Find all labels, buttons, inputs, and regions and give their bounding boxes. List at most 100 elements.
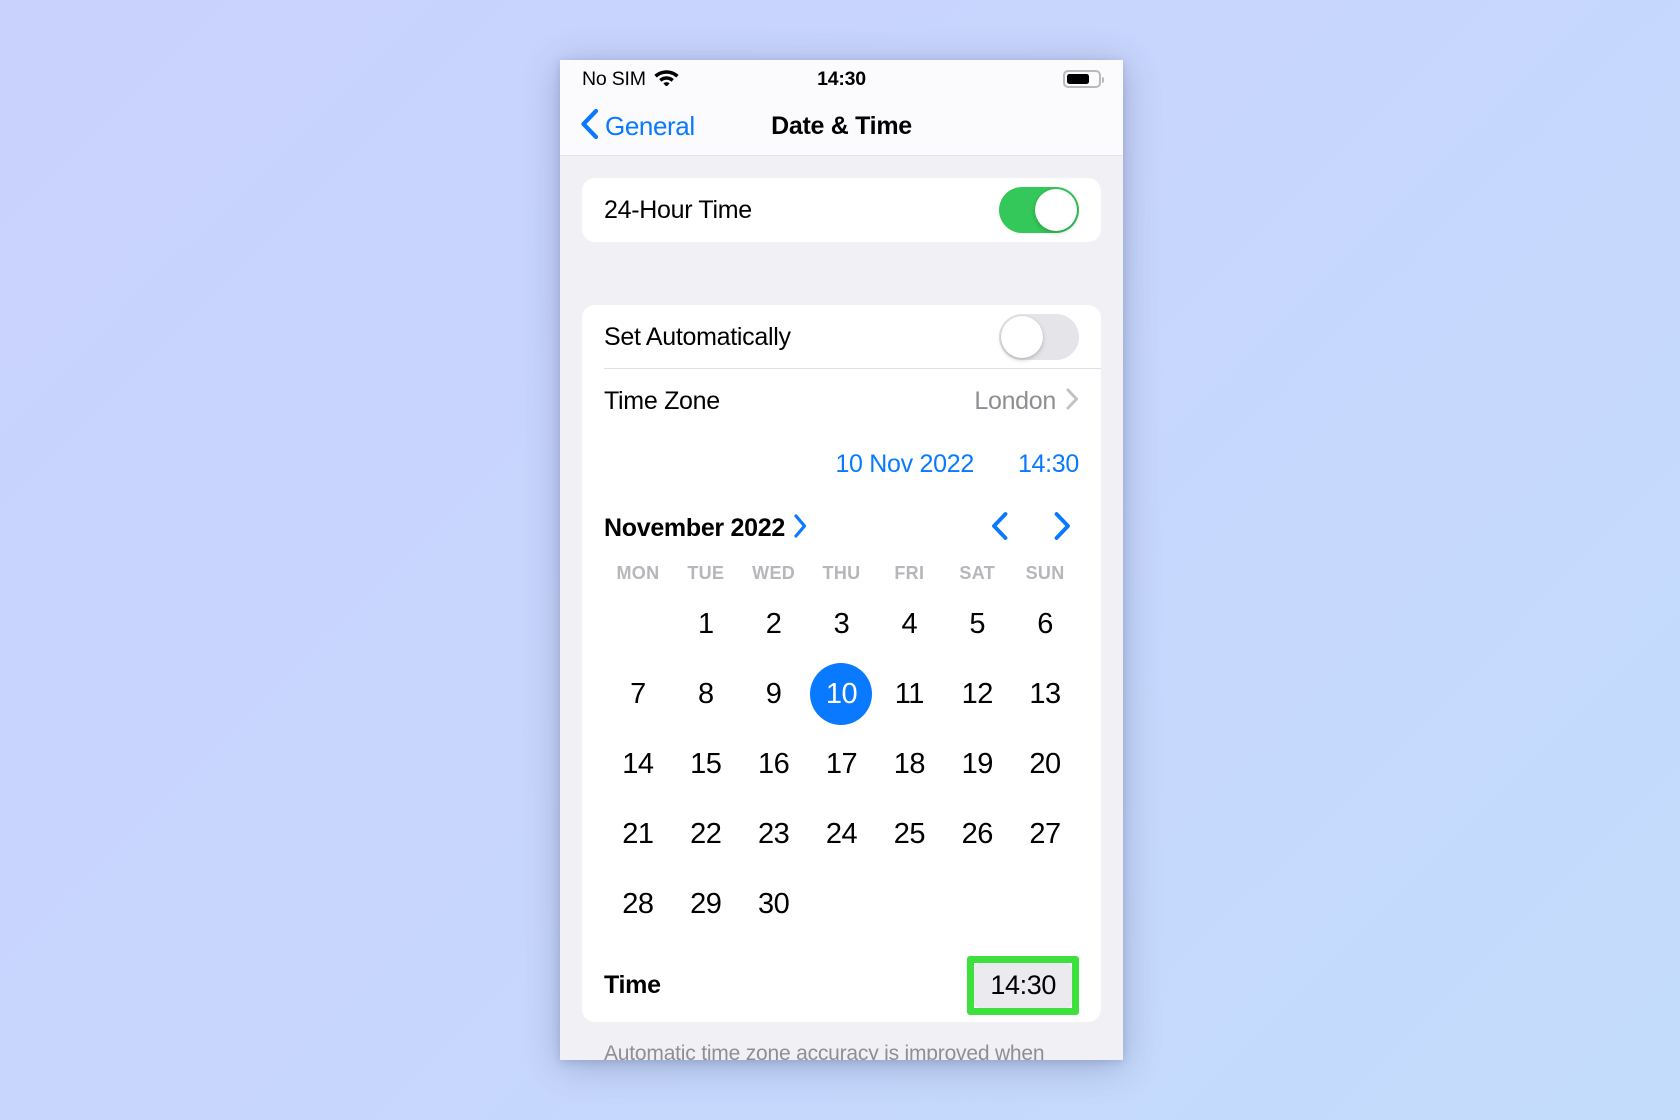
calendar-week-row: 123456 [604, 590, 1079, 658]
calendar-day-cell: 11 [875, 660, 943, 728]
calendar-day-cell: 17 [808, 730, 876, 798]
calendar-day-17[interactable]: 17 [810, 733, 872, 795]
time-value-button[interactable]: 14:30 [974, 962, 1072, 1008]
calendar-day-16[interactable]: 16 [743, 733, 805, 795]
row-set-automatically-label: Set Automatically [604, 322, 791, 351]
calendar-day-1[interactable]: 1 [675, 593, 737, 655]
calendar-day-cell: 12 [943, 660, 1011, 728]
calendar-day-cell: 8 [672, 660, 740, 728]
calendar-day-11[interactable]: 11 [878, 663, 940, 725]
calendar-day-18[interactable]: 18 [878, 733, 940, 795]
calendar-day-20[interactable]: 20 [1014, 733, 1076, 795]
calendar-day-15[interactable]: 15 [675, 733, 737, 795]
calendar-day-cell: 9 [740, 660, 808, 728]
weekday-mon: MON [616, 563, 660, 583]
calendar-day-2[interactable]: 2 [743, 593, 805, 655]
calendar-day-empty [1014, 873, 1076, 935]
calendar-day-21[interactable]: 21 [607, 803, 669, 865]
calendar-day-12[interactable]: 12 [946, 663, 1008, 725]
calendar-day-cell: 21 [604, 800, 672, 868]
navigation-bar: General Date & Time [560, 98, 1123, 156]
calendar-day-cell: 15 [672, 730, 740, 798]
calendar-day-30[interactable]: 30 [743, 873, 805, 935]
calendar-day-22[interactable]: 22 [675, 803, 737, 865]
chevron-right-icon [1066, 388, 1079, 415]
calendar-day-6[interactable]: 6 [1014, 593, 1076, 655]
weekday-sat: SAT [959, 563, 995, 583]
calendar-day-cell [604, 590, 672, 658]
calendar-day-19[interactable]: 19 [946, 733, 1008, 795]
row-24-hour-time-right [999, 187, 1079, 233]
calendar-nav [991, 511, 1079, 545]
calendar-day-cell: 29 [672, 870, 740, 938]
row-24-hour-time[interactable]: 24-Hour Time [582, 178, 1101, 242]
row-set-automatically[interactable]: Set Automatically [582, 305, 1101, 369]
calendar-week-row: 28 29 30 [604, 870, 1079, 938]
back-button-label: General [605, 111, 695, 141]
calendar-day-26[interactable]: 26 [946, 803, 1008, 865]
row-time-zone-label: Time Zone [604, 386, 720, 415]
calendar-day-29[interactable]: 29 [675, 873, 737, 935]
toggle-knob [1001, 316, 1043, 358]
calendar-prev-month-button[interactable] [991, 511, 1008, 545]
calendar-day-cell: 20 [1011, 730, 1079, 798]
date-chip[interactable]: 10 Nov 2022 [835, 450, 974, 479]
calendar-day-10[interactable]: 10 [810, 663, 873, 725]
calendar-day-cell: 4 [875, 590, 943, 658]
calendar: November 2022 MON TUE WED THU FRI SAT SU… [582, 495, 1101, 948]
toggle-24-hour-time[interactable] [999, 187, 1079, 233]
weekday-sun: SUN [1025, 563, 1065, 583]
calendar-day-cell: 13 [1011, 660, 1079, 728]
calendar-day-cell [875, 870, 943, 938]
row-time: Time 14:30 [582, 948, 1101, 1022]
calendar-day-empty [810, 873, 872, 935]
calendar-day-9[interactable]: 9 [743, 663, 805, 725]
row-24-hour-time-label: 24-Hour Time [604, 195, 752, 224]
calendar-grid: 1 2 3 4 5 6 7 8 9 10 11 12 13 14 15 16 17 18 19 20 21 22 23 24 2… [604, 590, 1079, 938]
row-time-zone[interactable]: Time Zone London [582, 369, 1101, 433]
calendar-header: November 2022 [604, 501, 1079, 555]
weekday-fri: FRI [894, 563, 925, 583]
calendar-day-cell: 28 [604, 870, 672, 938]
calendar-day-cell: 14 [604, 730, 672, 798]
calendar-next-month-button[interactable] [1054, 511, 1071, 545]
calendar-day-25[interactable]: 25 [878, 803, 940, 865]
calendar-day-23[interactable]: 23 [743, 803, 805, 865]
calendar-day-cell: 27 [1011, 800, 1079, 868]
back-button[interactable]: General [580, 108, 695, 144]
calendar-day-27[interactable]: 27 [1014, 803, 1076, 865]
phone-frame: No SIM 14:30 General Date & Time 24-Hour… [560, 60, 1123, 1060]
calendar-day-cell: 19 [943, 730, 1011, 798]
weekday-tue: TUE [687, 563, 725, 583]
calendar-day-cell: 3 [808, 590, 876, 658]
toggle-set-automatically[interactable] [999, 314, 1079, 360]
status-bar-clock: 14:30 [817, 67, 866, 90]
status-bar: No SIM 14:30 [560, 60, 1123, 98]
calendar-day-7[interactable]: 7 [607, 663, 669, 725]
calendar-day-4[interactable]: 4 [878, 593, 940, 655]
spacer-between-cards [582, 242, 1101, 305]
calendar-day-cell [808, 870, 876, 938]
calendar-day-5[interactable]: 5 [946, 593, 1008, 655]
calendar-week-row: 14 15 16 17 18 19 20 [604, 730, 1079, 798]
chevron-right-icon [794, 513, 807, 543]
calendar-day-24[interactable]: 24 [810, 803, 872, 865]
calendar-day-8[interactable]: 8 [675, 663, 737, 725]
row-time-right: 14:30 [967, 955, 1079, 1015]
calendar-day-14[interactable]: 14 [607, 733, 669, 795]
calendar-weekday-header: MON TUE WED THU FRI SAT SUN [604, 555, 1079, 588]
time-chip-top[interactable]: 14:30 [1018, 450, 1079, 479]
calendar-day-empty [946, 873, 1008, 935]
calendar-day-cell: 1 [672, 590, 740, 658]
calendar-day-3[interactable]: 3 [810, 593, 872, 655]
calendar-month-button[interactable]: November 2022 [604, 514, 807, 543]
calendar-day-empty [878, 873, 940, 935]
footer-note: Automatic time zone accuracy is improved… [604, 1042, 1045, 1060]
chevron-left-icon [580, 108, 599, 144]
calendar-day-13[interactable]: 13 [1014, 663, 1076, 725]
row-date-time-chips: 10 Nov 2022 14:30 [582, 433, 1101, 495]
calendar-day-28[interactable]: 28 [607, 873, 669, 935]
toggle-knob [1035, 189, 1077, 231]
battery-icon [1063, 70, 1104, 88]
calendar-week-row: 7 8 9 10 11 12 13 [604, 660, 1079, 728]
